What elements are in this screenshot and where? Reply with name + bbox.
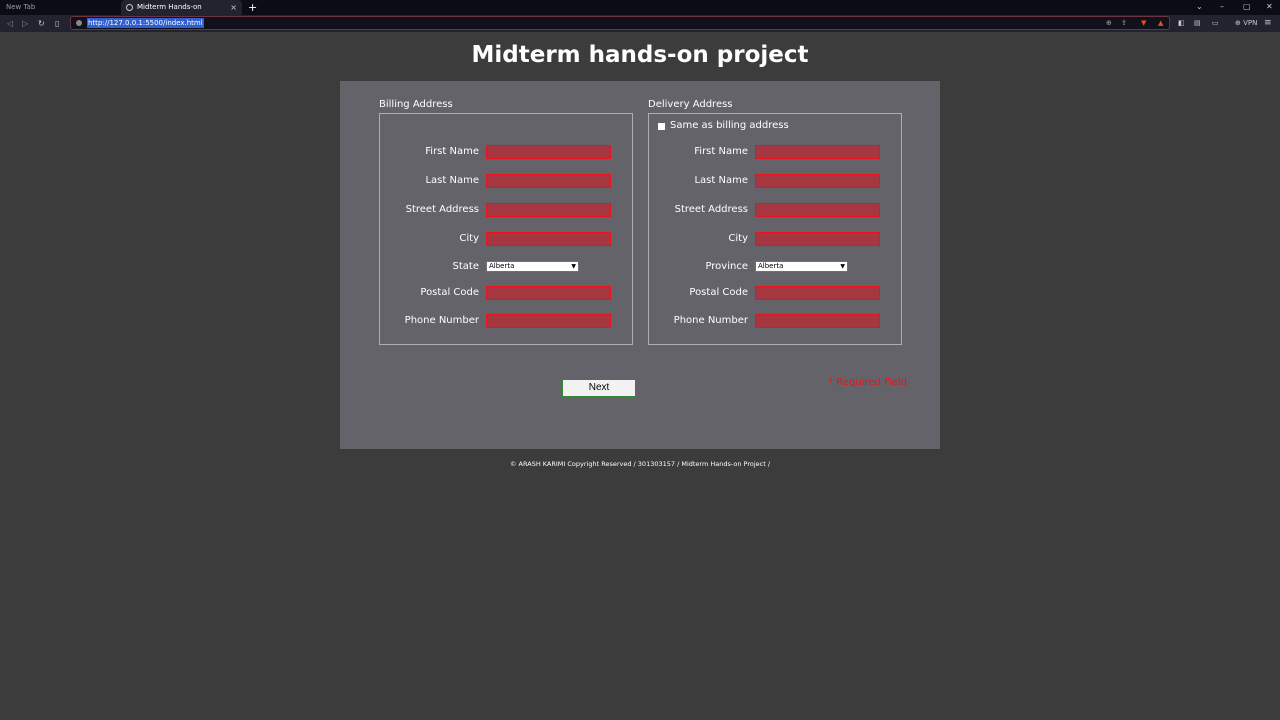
delivery-street-input[interactable] <box>755 203 880 217</box>
wallet-icon[interactable]: ▭ <box>1212 15 1219 32</box>
delivery-legend: Delivery Address <box>648 99 733 110</box>
street-address-label: Street Address <box>674 204 748 215</box>
tab-midterm-hands-on[interactable]: Midterm Hands-on × <box>121 0 242 15</box>
delivery-postal-row: Postal Code <box>649 286 903 302</box>
last-name-label: Last Name <box>694 175 748 186</box>
billing-legend: Billing Address <box>379 99 453 110</box>
last-name-label: Last Name <box>425 175 479 186</box>
state-label: State <box>452 261 479 272</box>
billing-fieldset: First Name Last Name Street Address City… <box>379 113 633 345</box>
selected-value: Alberta <box>489 262 515 270</box>
forward-icon[interactable]: ▷ <box>22 15 28 32</box>
window-close-icon[interactable]: ✕ <box>1266 0 1273 14</box>
billing-last-name-input[interactable] <box>486 174 611 188</box>
delivery-last-name-row: Last Name <box>649 174 903 190</box>
page-title: Midterm hands-on project <box>471 42 809 68</box>
restore-icon[interactable]: ▢ <box>1243 0 1251 14</box>
reload-icon[interactable]: ↻ <box>38 15 45 32</box>
sidebar-icon[interactable]: ▤ <box>1194 15 1201 32</box>
same-as-billing-checkbox[interactable] <box>658 123 665 130</box>
billing-city-input[interactable] <box>486 232 611 246</box>
footer-copyright: © ARASH KARIMI Copyright Reserved / 3013… <box>509 460 771 468</box>
delivery-last-name-input[interactable] <box>755 174 880 188</box>
billing-state-select[interactable]: Alberta ▼ <box>486 261 579 272</box>
tab-title: Midterm Hands-on <box>137 3 202 11</box>
url-text[interactable]: http://127.0.0.1:5500/index.html <box>87 18 204 28</box>
site-info-icon[interactable] <box>76 20 82 26</box>
delivery-fieldset: Same as billing address First Name Last … <box>648 113 902 345</box>
new-tab-button[interactable]: + <box>248 0 257 15</box>
postal-code-label: Postal Code <box>420 287 479 298</box>
zoom-icon[interactable]: ⊕ <box>1106 17 1112 29</box>
tab-new-tab[interactable]: New Tab <box>0 0 126 15</box>
close-tab-icon[interactable]: × <box>230 0 237 15</box>
city-label: City <box>728 233 748 244</box>
menu-icon[interactable]: ≡ <box>1264 15 1272 32</box>
billing-postal-input[interactable] <box>486 286 611 300</box>
tab-bar: New Tab Midterm Hands-on × + ⌄ – ▢ ✕ <box>0 0 1280 15</box>
billing-postal-row: Postal Code <box>380 286 634 302</box>
billing-state-row: State Alberta ▼ <box>380 260 634 276</box>
brave-shields-icon[interactable]: ▼ <box>1141 17 1146 29</box>
billing-last-name-row: Last Name <box>380 174 634 190</box>
phone-number-label: Phone Number <box>404 315 479 326</box>
minimize-icon[interactable]: – <box>1220 0 1224 14</box>
delivery-first-name-row: First Name <box>649 145 903 161</box>
delivery-first-name-input[interactable] <box>755 145 880 159</box>
billing-first-name-input[interactable] <box>486 145 611 159</box>
delivery-province-row: Province Alberta ▼ <box>649 260 903 276</box>
billing-phone-input[interactable] <box>486 314 611 328</box>
chevron-down-icon: ▼ <box>571 263 576 270</box>
delivery-phone-input[interactable] <box>755 314 880 328</box>
delivery-street-row: Street Address <box>649 203 903 219</box>
first-name-label: First Name <box>694 146 748 157</box>
tab-title: New Tab <box>6 3 36 11</box>
address-bar[interactable]: http://127.0.0.1:5500/index.html ⊕ ⇪ ▼ ▲ <box>70 16 1170 30</box>
city-label: City <box>459 233 479 244</box>
extensions-icon[interactable]: ◧ <box>1178 15 1185 32</box>
selected-value: Alberta <box>758 262 784 270</box>
phone-number-label: Phone Number <box>673 315 748 326</box>
back-icon[interactable]: ◁ <box>7 15 13 32</box>
billing-city-row: City <box>380 232 634 248</box>
delivery-province-select[interactable]: Alberta ▼ <box>755 261 848 272</box>
street-address-label: Street Address <box>405 204 479 215</box>
brave-rewards-icon[interactable]: ▲ <box>1158 17 1163 29</box>
tab-search-icon[interactable]: ⌄ <box>1196 0 1203 14</box>
billing-street-row: Street Address <box>380 203 634 219</box>
billing-street-input[interactable] <box>486 203 611 217</box>
required-field-note: * Required Field <box>828 377 907 388</box>
address-form: Billing Address First Name Last Name Str… <box>340 81 940 449</box>
delivery-postal-input[interactable] <box>755 286 880 300</box>
browser-toolbar: ◁ ▷ ↻ ▯ http://127.0.0.1:5500/index.html… <box>0 15 1280 32</box>
vpn-button[interactable]: ⊕ VPN <box>1235 15 1257 32</box>
bookmark-icon[interactable]: ▯ <box>55 15 59 32</box>
delivery-city-input[interactable] <box>755 232 880 246</box>
delivery-phone-row: Phone Number <box>649 314 903 330</box>
billing-phone-row: Phone Number <box>380 314 634 330</box>
billing-first-name-row: First Name <box>380 145 634 161</box>
province-label: Province <box>705 261 748 272</box>
postal-code-label: Postal Code <box>689 287 748 298</box>
globe-icon <box>126 4 133 11</box>
delivery-city-row: City <box>649 232 903 248</box>
same-as-billing-label[interactable]: Same as billing address <box>670 119 789 132</box>
first-name-label: First Name <box>425 146 479 157</box>
chevron-down-icon: ▼ <box>840 263 845 270</box>
share-icon[interactable]: ⇪ <box>1121 17 1127 29</box>
next-button[interactable]: Next <box>562 379 636 397</box>
